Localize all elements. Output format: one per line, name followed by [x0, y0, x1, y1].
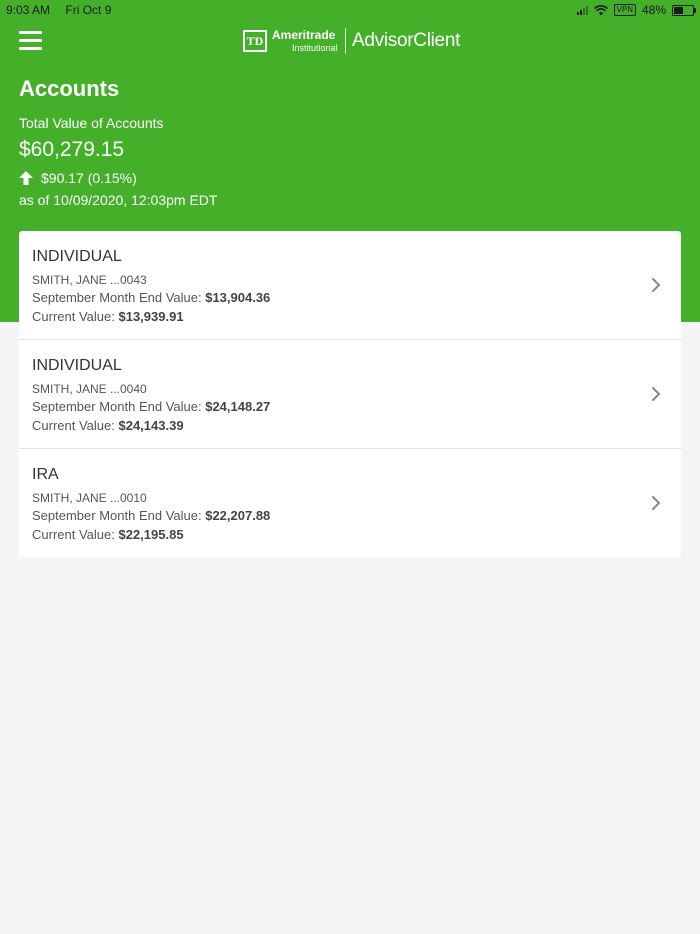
- accounts-list: INDIVIDUAL SMITH, JANE ...0043 September…: [19, 231, 681, 557]
- brand-subtitle: Institutional: [292, 43, 338, 53]
- chevron-right-icon: [652, 278, 660, 292]
- account-type: INDIVIDUAL: [32, 248, 122, 265]
- change-amount: $90.17 (0.15%): [41, 170, 137, 186]
- current-value: Current Value: $24,143.39: [32, 418, 184, 433]
- menu-icon[interactable]: [19, 30, 42, 50]
- wifi-icon: [593, 4, 608, 15]
- account-row[interactable]: INDIVIDUAL SMITH, JANE ...0043 September…: [19, 231, 681, 340]
- total-value-label: Total Value of Accounts: [19, 115, 164, 131]
- product-name: AdvisorClient: [352, 30, 461, 51]
- total-value: $60,279.15: [19, 138, 125, 161]
- logo-divider: [344, 28, 347, 54]
- vpn-badge: VPN: [613, 4, 636, 16]
- value-change: $90.17 (0.15%): [19, 170, 137, 186]
- account-row[interactable]: IRA SMITH, JANE ...0010 September Month …: [19, 449, 681, 557]
- cellular-signal-icon: [576, 5, 588, 15]
- chevron-right-icon: [652, 387, 660, 401]
- current-value: Current Value: $13,939.91: [32, 309, 184, 324]
- page-title: Accounts: [19, 76, 120, 101]
- status-time: 9:03 AM: [6, 3, 51, 17]
- account-name: SMITH, JANE ...0010: [32, 491, 147, 505]
- account-name: SMITH, JANE ...0043: [32, 273, 147, 287]
- td-logo-icon: TD: [243, 30, 267, 52]
- as-of-timestamp: as of 10/09/2020, 12:03pm EDT: [19, 192, 218, 208]
- month-end-value: September Month End Value: $24,148.27: [32, 399, 271, 414]
- status-date: Fri Oct 9: [65, 3, 112, 17]
- brand-name: Ameritrade: [272, 28, 336, 42]
- account-name: SMITH, JANE ...0040: [32, 382, 147, 396]
- battery-icon: [672, 4, 696, 16]
- app-logo: TD Ameritrade Institutional AdvisorClien…: [243, 27, 460, 55]
- battery-level: [674, 6, 683, 14]
- current-value: Current Value: $22,195.85: [32, 527, 184, 542]
- arrow-up-icon: [19, 171, 33, 185]
- month-end-value: September Month End Value: $13,904.36: [32, 290, 271, 305]
- account-type: IRA: [32, 466, 59, 483]
- status-bar: 9:03 AM Fri Oct 9 VPN 48%: [0, 0, 700, 20]
- chevron-right-icon: [652, 496, 660, 510]
- account-row[interactable]: INDIVIDUAL SMITH, JANE ...0040 September…: [19, 340, 681, 449]
- battery-percent: 48%: [641, 3, 666, 17]
- account-type: INDIVIDUAL: [32, 357, 122, 374]
- month-end-value: September Month End Value: $22,207.88: [32, 508, 271, 523]
